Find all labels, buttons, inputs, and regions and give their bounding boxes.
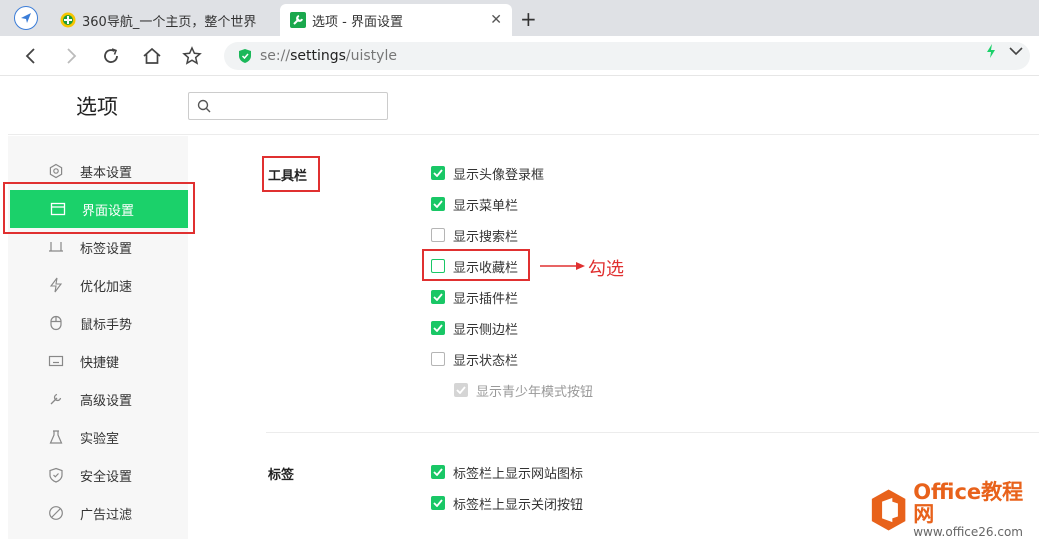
option-label: 显示头像登录框	[453, 167, 545, 183]
option-tab-show-close-button[interactable]: 标签栏上显示关闭按钮	[431, 493, 583, 513]
sidebar-item-label: 高级设置	[80, 393, 133, 409]
watermark-url: www.office26.com	[913, 525, 1023, 539]
wrench-icon	[48, 391, 64, 407]
option-label: 显示插件栏	[453, 291, 519, 307]
annotation-text: 勾选	[588, 259, 624, 280]
sidebar-item-label: 广告过滤	[80, 507, 133, 523]
tab-icon	[48, 239, 64, 255]
back-button[interactable]	[20, 45, 42, 67]
url-path: /uistyle	[345, 48, 397, 64]
favorite-button[interactable]	[181, 45, 203, 67]
checkbox-unchecked-icon[interactable]	[431, 352, 445, 366]
checkbox-checked-icon[interactable]	[431, 197, 445, 211]
gear-icon	[48, 163, 64, 179]
forward-arrow-icon	[67, 48, 77, 64]
checkbox-checked-icon[interactable]	[431, 166, 445, 180]
mouse-icon	[48, 315, 64, 331]
checkbox-checked-icon[interactable]	[431, 465, 445, 479]
address-bar[interactable]: se://settings/uistyle	[224, 42, 1030, 70]
option-label: 显示青少年模式按钮	[476, 384, 594, 400]
option-show-statusbar[interactable]: 显示状态栏	[431, 349, 518, 369]
reload-icon	[104, 48, 118, 63]
page-title: 选项	[76, 95, 118, 119]
sidebar-item-optimize[interactable]: 优化加速	[8, 266, 188, 304]
settings-content: 工具栏 显示头像登录框 显示菜单栏 显示搜索栏 显示收藏栏 勾选 显示插件栏 显…	[188, 136, 1039, 539]
search-icon	[197, 99, 211, 113]
watermark: Office教程网 www.office26.com	[870, 480, 1035, 539]
flask-icon	[48, 429, 64, 445]
sidebar-item-mouse-gesture[interactable]: 鼠标手势	[8, 304, 188, 342]
highlight-box-option	[422, 249, 530, 281]
sidebar-item-advanced[interactable]: 高级设置	[8, 380, 188, 418]
sidebar-item-lab[interactable]: 实验室	[8, 418, 188, 456]
sidebar-item-label: 快捷键	[80, 355, 120, 371]
settings-sidebar: 基本设置 界面设置 标签设置 优化加速 鼠标手势 快捷键 高级设置 实验室 安全…	[3, 136, 195, 539]
section-title-tabs: 标签	[268, 468, 295, 483]
checkbox-checked-icon[interactable]	[431, 321, 445, 335]
sidebar-item-label: 基本设置	[80, 165, 133, 181]
office-logo-icon	[871, 489, 906, 531]
section-divider	[266, 432, 1039, 433]
tab-360-nav[interactable]: 360导航_一个主页，整个世界	[52, 4, 278, 36]
option-show-avatar-login[interactable]: 显示头像登录框	[431, 163, 544, 183]
option-label: 标签栏上显示关闭按钮	[453, 497, 584, 513]
star-icon	[182, 46, 202, 65]
home-icon	[143, 47, 161, 64]
tab-settings[interactable]: 选项 - 界面设置 ✕	[280, 4, 512, 36]
option-show-teen-mode-button: 显示青少年模式按钮	[454, 380, 593, 400]
lightning-icon[interactable]	[985, 43, 997, 59]
search-input[interactable]	[217, 96, 377, 116]
tab-title: 选项 - 界面设置	[312, 14, 403, 30]
tab-title: 360导航_一个主页，整个世界	[82, 14, 257, 30]
sidebar-item-label: 实验室	[80, 431, 120, 447]
url-scheme: se://	[260, 48, 291, 64]
block-icon	[48, 505, 64, 521]
option-label: 显示搜索栏	[453, 229, 519, 245]
shield-icon	[239, 49, 251, 63]
settings-page: 选项 基本设置 界面设置 标签设置 优化加速 鼠标手势 快捷键 高级设置 实验室…	[3, 77, 1039, 539]
sidebar-item-label: 标签设置	[80, 241, 133, 257]
globe-plus-icon	[60, 12, 76, 28]
highlight-box-sidebar	[3, 182, 195, 234]
option-label: 显示侧边栏	[453, 322, 519, 338]
wrench-icon	[290, 12, 306, 28]
lightning-icon	[48, 277, 64, 293]
option-label: 显示状态栏	[453, 353, 519, 369]
sidebar-item-security[interactable]: 安全设置	[8, 456, 188, 494]
url-host: settings	[290, 48, 346, 64]
option-tab-show-site-icon[interactable]: 标签栏上显示网站图标	[431, 462, 583, 482]
settings-search[interactable]	[188, 92, 388, 120]
sidebar-item-label: 优化加速	[80, 279, 133, 295]
browser-logo-icon[interactable]	[14, 6, 38, 30]
chevron-down-icon[interactable]	[1009, 46, 1023, 56]
sidebar-item-shortcuts[interactable]: 快捷键	[8, 342, 188, 380]
tab-strip: 360导航_一个主页，整个世界 选项 - 界面设置 ✕ +	[0, 0, 1039, 36]
arrow-right-icon	[540, 262, 585, 270]
checkbox-unchecked-icon[interactable]	[431, 228, 445, 242]
option-label: 标签栏上显示网站图标	[453, 466, 584, 482]
sidebar-item-label: 鼠标手势	[80, 317, 133, 333]
watermark-title: Office教程网	[913, 480, 1024, 526]
option-show-plugin-bar[interactable]: 显示插件栏	[431, 287, 518, 307]
forward-button[interactable]	[60, 45, 82, 67]
page-header: 选项	[8, 77, 1039, 135]
sidebar-item-adblock[interactable]: 广告过滤	[8, 494, 188, 532]
home-button[interactable]	[141, 45, 163, 67]
checkbox-checked-icon[interactable]	[431, 290, 445, 304]
tab-close-icon[interactable]: ✕	[490, 12, 502, 28]
option-show-sidebar[interactable]: 显示侧边栏	[431, 318, 518, 338]
back-arrow-icon	[25, 48, 35, 64]
keyboard-icon	[48, 353, 64, 369]
highlight-box-section-title	[262, 156, 320, 192]
new-tab-button[interactable]: +	[520, 7, 537, 31]
navigation-toolbar: se://settings/uistyle	[0, 36, 1039, 76]
option-show-searchbar[interactable]: 显示搜索栏	[431, 225, 518, 245]
option-show-menubar[interactable]: 显示菜单栏	[431, 194, 518, 214]
reload-button[interactable]	[100, 45, 122, 67]
checkbox-disabled-icon	[454, 383, 468, 397]
sidebar-item-label: 安全设置	[80, 469, 133, 485]
option-label: 显示菜单栏	[453, 198, 519, 214]
shield-icon	[48, 467, 64, 483]
checkbox-checked-icon[interactable]	[431, 496, 445, 510]
